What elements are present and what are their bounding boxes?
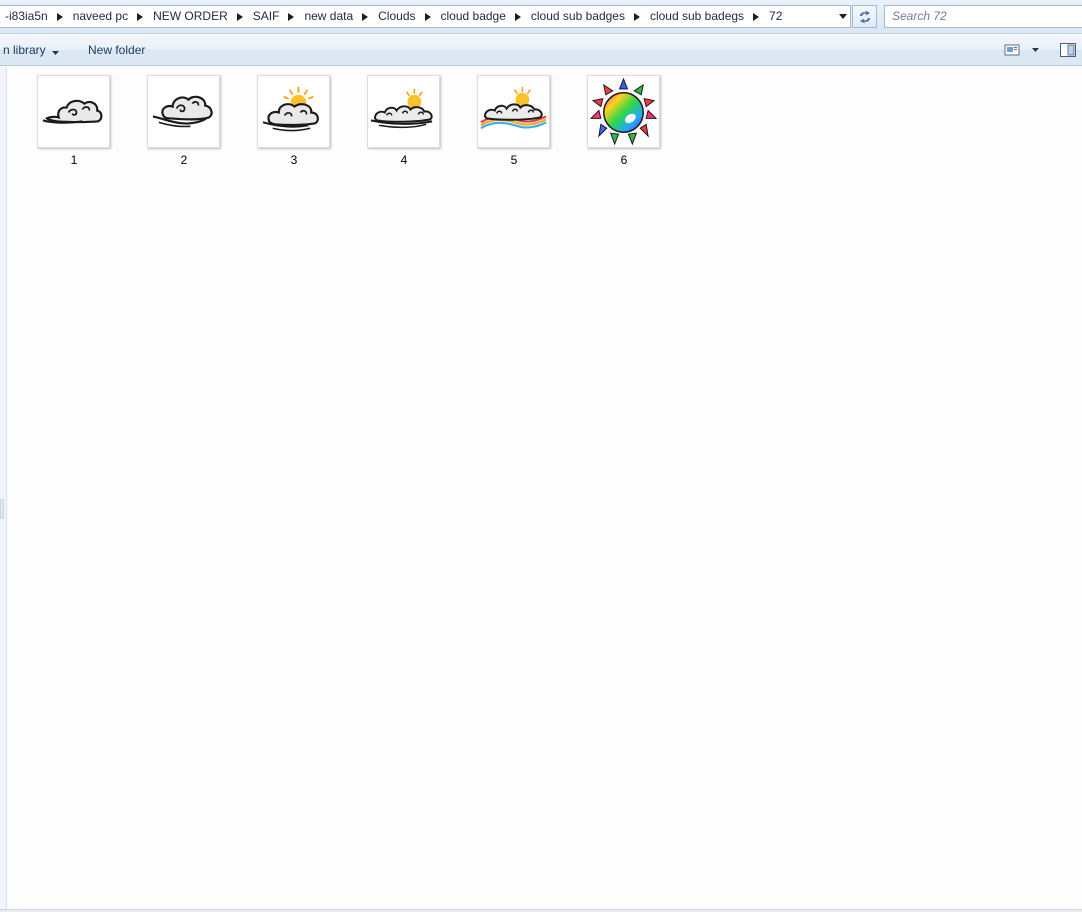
file-name: 5: [510, 153, 518, 167]
file-list[interactable]: 1 2 3 4 5 6: [6, 67, 1082, 910]
crumb-cloud-sub-badegs[interactable]: cloud sub badegs: [645, 6, 748, 27]
view-icon: [1004, 44, 1020, 56]
explorer-window: -i83ia5n naveed pc NEW ORDER SAIF new da…: [0, 0, 1082, 912]
crumb-new-order[interactable]: NEW ORDER: [148, 6, 232, 27]
file-item[interactable]: 4: [364, 75, 444, 175]
include-in-library-label: n library: [3, 43, 46, 57]
cloud-sun-icon: [257, 75, 330, 148]
refresh-button[interactable]: [852, 5, 877, 28]
file-name: 1: [70, 153, 78, 167]
search-input[interactable]: [892, 6, 1077, 26]
file-name: 4: [400, 153, 408, 167]
crumb-new-data[interactable]: new data: [299, 6, 357, 27]
file-item[interactable]: 1: [34, 75, 114, 175]
chevron-right-icon[interactable]: [232, 6, 248, 27]
crumb-naveed-pc[interactable]: naveed pc: [68, 6, 132, 27]
preview-pane-button[interactable]: [1058, 41, 1078, 59]
chevron-right-icon[interactable]: [748, 6, 764, 27]
address-row: -i83ia5n naveed pc NEW ORDER SAIF new da…: [0, 0, 1082, 34]
cloud-icon: [147, 75, 220, 148]
chevron-down-icon: [838, 14, 847, 19]
crumb-saif[interactable]: SAIF: [248, 6, 284, 27]
crumb-clouds[interactable]: Clouds: [373, 6, 419, 27]
chevron-right-icon[interactable]: [420, 6, 436, 27]
file-item[interactable]: 6: [584, 75, 664, 175]
chevron-down-icon: [51, 41, 59, 61]
cloud-sun-icon: [367, 75, 440, 148]
breadcrumb[interactable]: -i83ia5n naveed pc NEW ORDER SAIF new da…: [0, 5, 851, 28]
chevron-right-icon[interactable]: [283, 6, 299, 27]
chevron-right-icon[interactable]: [510, 6, 526, 27]
cloud-icon: [37, 75, 110, 148]
file-item[interactable]: 3: [254, 75, 334, 175]
preview-pane-icon: [1060, 43, 1076, 57]
chevron-right-icon[interactable]: [132, 6, 148, 27]
crumb-current-folder[interactable]: 72: [764, 6, 786, 27]
chevron-right-icon[interactable]: [357, 6, 373, 27]
crumb-cloud-sub-badges[interactable]: cloud sub badges: [526, 6, 629, 27]
crumb-root[interactable]: -i83ia5n: [0, 6, 52, 27]
chevron-right-icon[interactable]: [629, 6, 645, 27]
search-box[interactable]: [884, 5, 1082, 28]
new-folder-button[interactable]: New folder: [85, 40, 148, 60]
address-history-dropdown[interactable]: [834, 6, 851, 27]
file-name: 2: [180, 153, 188, 167]
chevron-down-icon: [1032, 48, 1039, 52]
cloud-sun-rainbow-icon: [477, 75, 550, 148]
file-item[interactable]: 5: [474, 75, 554, 175]
crumb-cloud-badge[interactable]: cloud badge: [436, 6, 510, 27]
splitter-grip[interactable]: [0, 499, 4, 519]
include-in-library-button[interactable]: n library: [0, 40, 62, 60]
change-view-button[interactable]: [1004, 41, 1040, 59]
command-bar: n library New folder: [0, 34, 1082, 66]
file-name: 6: [620, 153, 628, 167]
refresh-icon: [859, 10, 870, 23]
file-name: 3: [290, 153, 298, 167]
file-item[interactable]: 2: [144, 75, 224, 175]
chevron-right-icon[interactable]: [52, 6, 68, 27]
rainbow-sun-icon: [587, 75, 660, 148]
